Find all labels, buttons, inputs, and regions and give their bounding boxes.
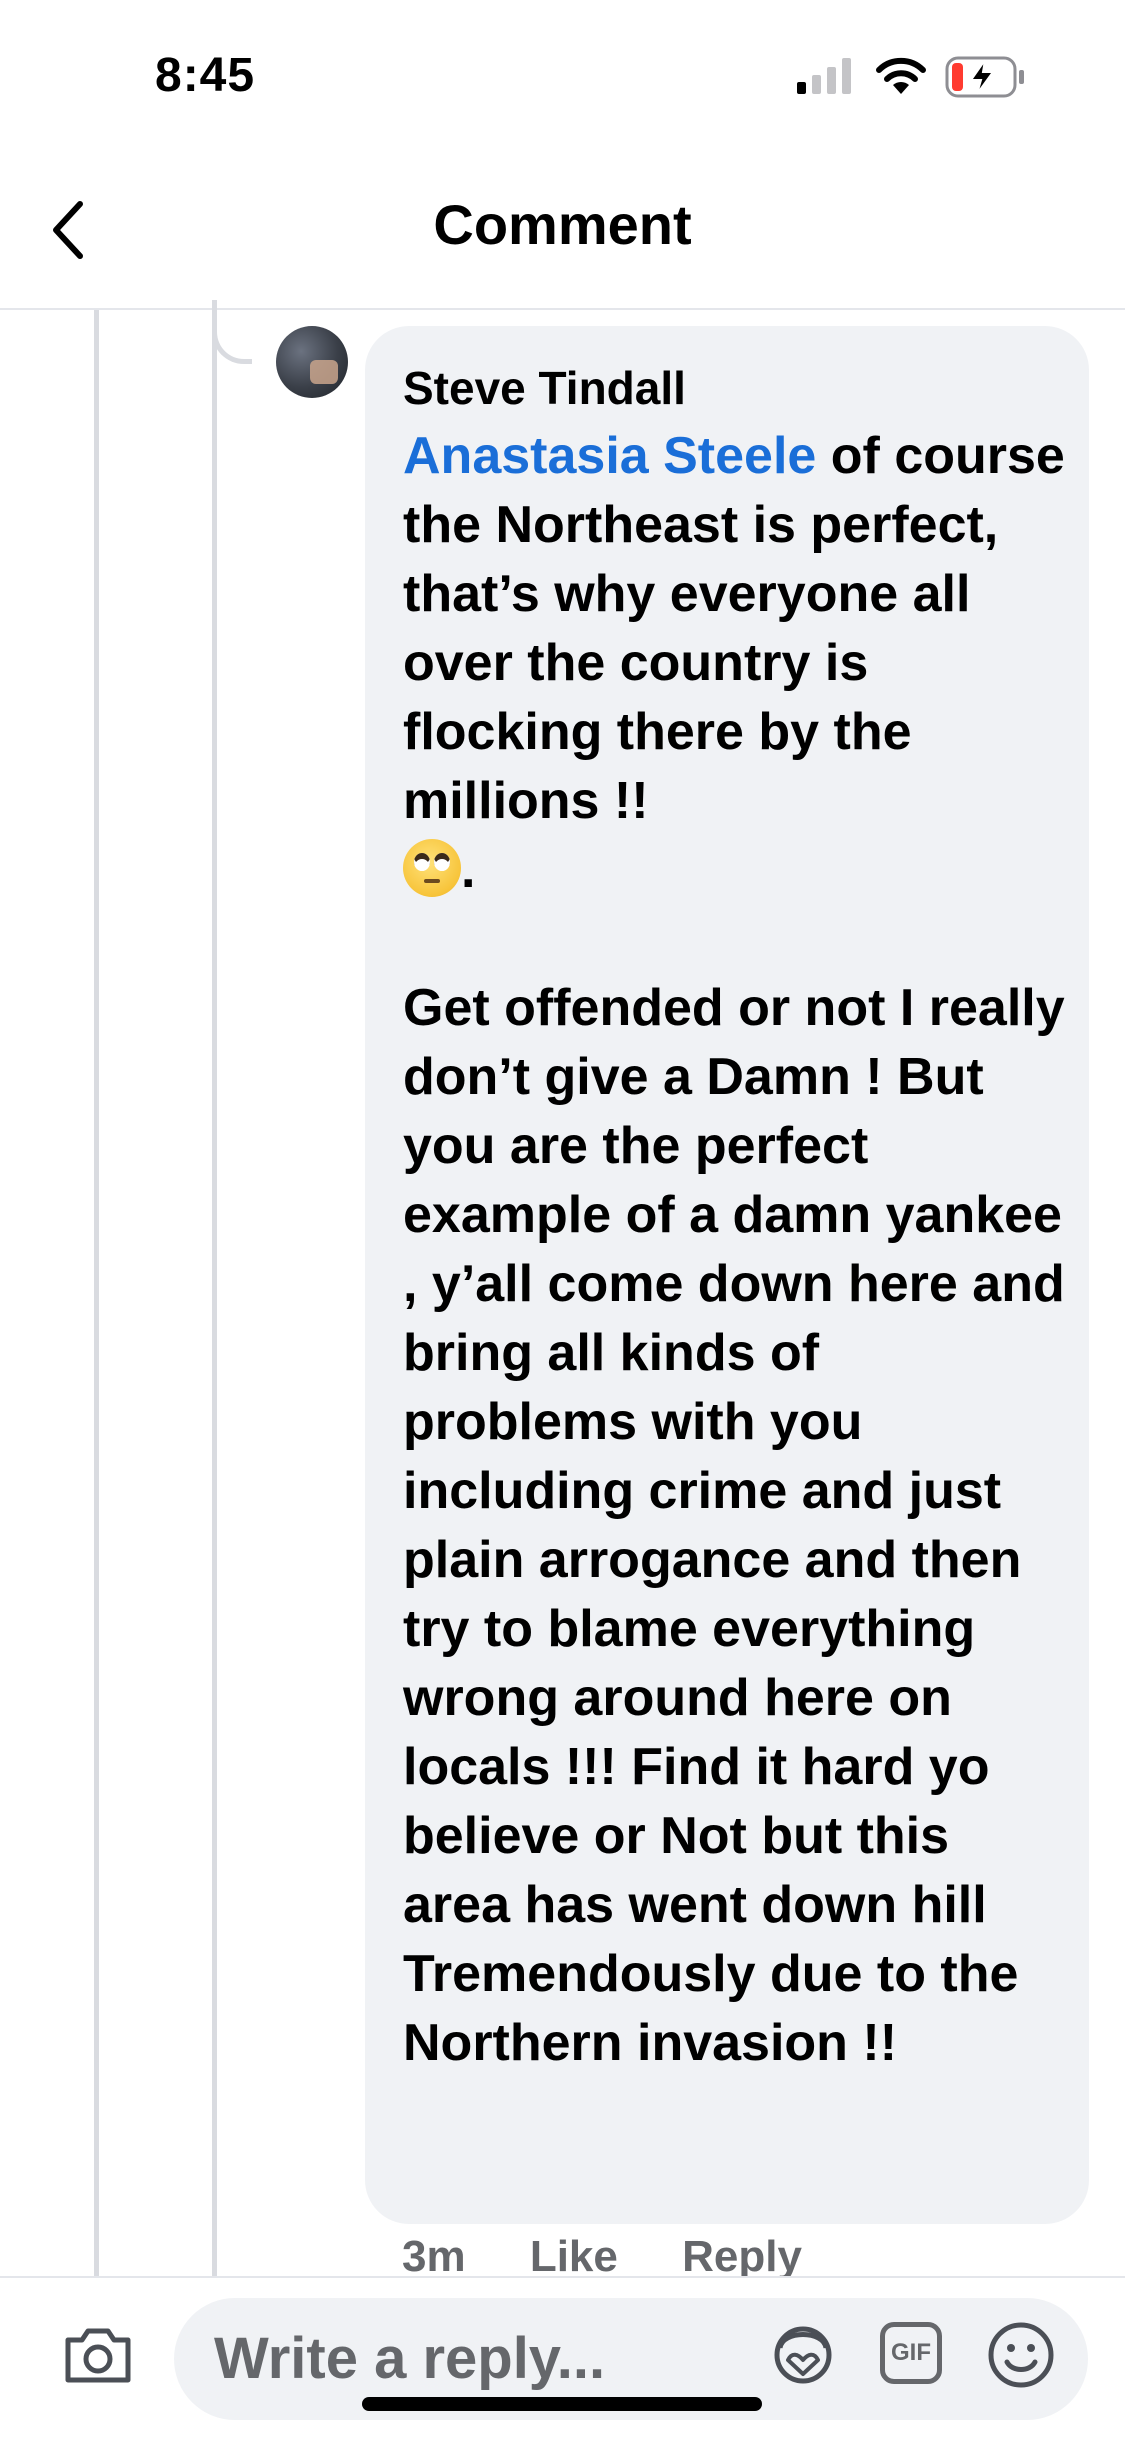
status-time: 8:45 [155, 49, 256, 102]
battery-charging-icon [945, 56, 1024, 98]
mention-link[interactable]: Anastasia Steele [403, 427, 816, 485]
wifi-icon [876, 57, 926, 94]
comment-actions: 3m Like Reply [402, 2232, 854, 2282]
comment-bubble[interactable]: Steve Tindall Anastasia Steele of course… [365, 326, 1089, 2224]
comment-text-part-1: of course the Northeast is perfect, that… [403, 427, 1065, 830]
comment-paragraph-2: Get offended or not I really don’t give … [403, 979, 1065, 2072]
thread-line [94, 310, 99, 2276]
nav-bar: Comment [0, 150, 1125, 310]
emoji-icon[interactable] [986, 2320, 1056, 2390]
gif-icon[interactable]: GIF [880, 2322, 942, 2384]
camera-icon[interactable] [62, 2324, 134, 2386]
avatar-photo [310, 360, 338, 384]
like-button[interactable]: Like [530, 2232, 618, 2281]
comment-timestamp: 3m [402, 2232, 466, 2281]
eye-roll-emoji-icon [403, 839, 461, 897]
avatar[interactable] [276, 326, 348, 398]
comment-author[interactable]: Steve Tindall [403, 354, 1067, 422]
reply-button[interactable]: Reply [682, 2232, 802, 2281]
thread-line [212, 310, 217, 2276]
page-title: Comment [433, 193, 692, 256]
home-indicator [362, 2397, 762, 2411]
cellular-signal-icon [797, 58, 851, 94]
comment-text: Anastasia Steele of course the Northeast… [403, 422, 1067, 2078]
avatar-sticker-icon[interactable] [768, 2322, 838, 2388]
comment-text-part-2: . [461, 841, 476, 899]
thread-connector [212, 300, 252, 364]
reply-bar: Write a reply... GIF [0, 2276, 1125, 2438]
status-bar: 8:45 [0, 0, 1125, 150]
